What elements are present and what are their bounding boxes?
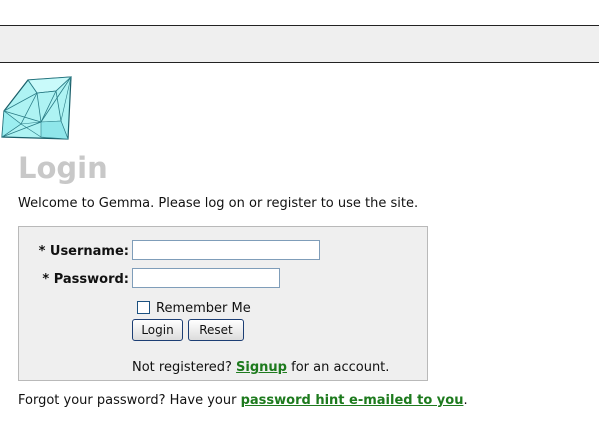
reset-button[interactable]: Reset: [188, 319, 244, 341]
username-input[interactable]: [132, 240, 320, 260]
password-hint-link[interactable]: password hint e-mailed to you: [241, 393, 464, 408]
forgot-prefix-text: Forgot your password? Have your: [18, 393, 237, 408]
signup-prefix-text: Not registered?: [132, 360, 232, 375]
forgot-suffix-text: .: [463, 393, 468, 408]
password-input[interactable]: [132, 268, 280, 288]
page-title: Login: [18, 151, 108, 185]
header-bar: [0, 25, 599, 63]
welcome-message: Welcome to Gemma. Please log on or regis…: [18, 196, 419, 211]
remember-me-row: Remember Me: [137, 298, 251, 316]
remember-me-checkbox[interactable]: [137, 301, 150, 314]
signup-suffix-text: for an account.: [291, 360, 390, 375]
gem-diamond-icon: [1, 76, 73, 142]
signup-prompt: Not registered? Signup for an account.: [132, 359, 389, 376]
login-form-panel: * Username: * Password: Remember Me Logi…: [18, 226, 428, 381]
username-label: * Username:: [38, 244, 129, 259]
signup-link[interactable]: Signup: [236, 360, 287, 375]
remember-me-label: Remember Me: [156, 301, 251, 316]
login-button[interactable]: Login: [132, 319, 183, 341]
page: Login Welcome to Gemma. Please log on or…: [0, 0, 599, 427]
password-label: * Password:: [42, 272, 129, 287]
forgot-password-prompt: Forgot your password? Have your password…: [18, 392, 468, 409]
